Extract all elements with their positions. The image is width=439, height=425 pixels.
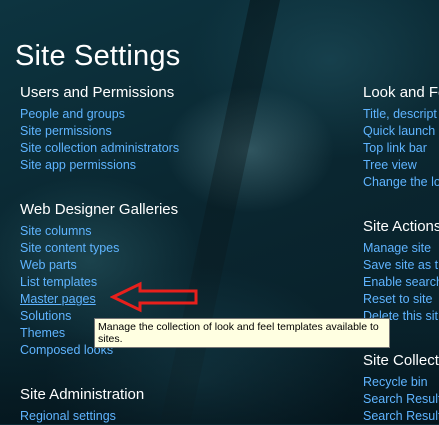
section-heading: Users and Permissions [20, 84, 175, 101]
section-heading: Site Collecti [363, 352, 439, 369]
link-tree-view[interactable]: Tree view [363, 158, 417, 172]
section-heading: Site Actions [363, 218, 439, 235]
site-actions-section: Site Actions Manage site Save site as t … [363, 218, 439, 324]
link-themes[interactable]: Themes [20, 326, 65, 340]
link-solutions[interactable]: Solutions [20, 309, 71, 323]
link-recycle-bin[interactable]: Recycle bin [363, 375, 428, 389]
site-administration-section: Site Administration Regional settings [20, 386, 144, 424]
link-web-parts[interactable]: Web parts [20, 258, 77, 272]
red-arrow-annotation [110, 281, 198, 313]
link-site-permissions[interactable]: Site permissions [20, 124, 112, 138]
users-permissions-section: Users and Permissions People and groups … [20, 84, 179, 173]
look-and-feel-section: Look and Fe Title, descript Quick launch… [363, 84, 439, 190]
link-save-site-as-template[interactable]: Save site as t [363, 258, 438, 272]
section-heading: Site Administration [20, 386, 145, 403]
link-master-pages[interactable]: Master pages [20, 292, 96, 306]
link-site-content-types[interactable]: Site content types [20, 241, 119, 255]
section-heading: Look and Fe [363, 84, 439, 101]
link-quick-launch[interactable]: Quick launch [363, 124, 435, 138]
master-pages-tooltip: Manage the collection of look and feel t… [94, 318, 390, 348]
link-top-link-bar[interactable]: Top link bar [363, 141, 427, 155]
link-reset-to-site-definition[interactable]: Reset to site [363, 292, 432, 306]
link-site-app-permissions[interactable]: Site app permissions [20, 158, 136, 172]
link-title-description[interactable]: Title, descript [363, 107, 437, 121]
link-search-result-types[interactable]: Search Result [363, 409, 439, 423]
link-change-the-look[interactable]: Change the lo [363, 175, 439, 189]
link-enable-search[interactable]: Enable search [363, 275, 439, 289]
link-site-columns[interactable]: Site columns [20, 224, 92, 238]
link-regional-settings[interactable]: Regional settings [20, 409, 116, 423]
link-list-templates[interactable]: List templates [20, 275, 97, 289]
site-collection-section: Site Collecti Recycle bin Search Result … [363, 352, 439, 424]
section-heading: Web Designer Galleries [20, 201, 179, 218]
link-site-collection-administrators[interactable]: Site collection administrators [20, 141, 179, 155]
link-search-result-sources[interactable]: Search Result [363, 392, 439, 406]
link-people-and-groups[interactable]: People and groups [20, 107, 125, 121]
link-manage-site-features[interactable]: Manage site [363, 241, 431, 255]
page-title: Site Settings [15, 40, 181, 72]
